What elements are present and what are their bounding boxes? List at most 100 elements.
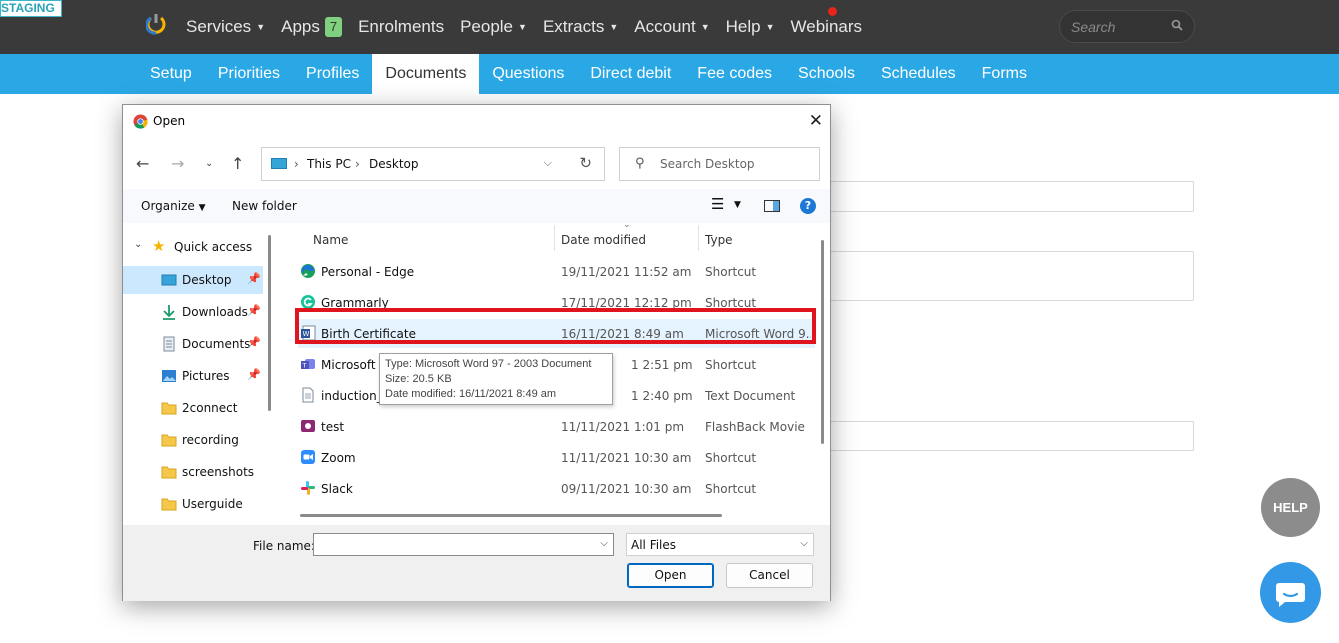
nav-downloads[interactable]: Downloads 📌 (123, 298, 263, 326)
breadcrumb-desktop[interactable]: Desktop (369, 157, 419, 171)
file-row-zoom[interactable]: Zoom 11/11/2021 10:30 am Shortcut (298, 443, 815, 472)
slack-icon (301, 481, 315, 495)
page-text-field[interactable] (800, 181, 1194, 212)
caret-down-icon: ▼ (256, 22, 266, 32)
apps-count-badge: 7 (324, 17, 343, 37)
menu-help[interactable]: Help ▼ (726, 17, 775, 37)
up-arrow-icon[interactable]: ↑ (231, 154, 244, 173)
file-type: Shortcut (705, 482, 757, 496)
help-button[interactable]: HELP (1261, 478, 1320, 537)
document-icon (163, 336, 175, 352)
file-type: FlashBack Movie (705, 420, 805, 434)
menu-extracts[interactable]: Extracts ▼ (543, 17, 618, 37)
menu-webinars[interactable]: Webinars (791, 17, 863, 37)
view-options-icon[interactable]: ☰ (711, 195, 724, 213)
menu-label: Services (186, 17, 252, 36)
zoom-icon (301, 450, 315, 464)
file-list-vertical-scrollbar[interactable] (821, 240, 824, 444)
breadcrumb-separator: › (355, 157, 360, 171)
power-logo-icon[interactable] (146, 13, 166, 35)
organize-button[interactable]: Organize ▼ (141, 199, 206, 213)
forward-arrow-icon[interactable]: → (171, 154, 184, 173)
address-dropdown-chevron-icon[interactable]: ⌵ (544, 156, 552, 170)
pin-icon: 📌 (247, 368, 261, 381)
nav-pane-scrollbar[interactable] (268, 235, 271, 411)
new-folder-button[interactable]: New folder (232, 199, 297, 213)
menu-enrolments[interactable]: Enrolments (358, 17, 444, 37)
help-icon[interactable]: ? (800, 198, 816, 214)
page-text-field[interactable] (800, 421, 1194, 451)
nav-label: recording (182, 433, 239, 447)
breadcrumb-this-pc[interactable]: This PC (307, 157, 351, 171)
caret-down-icon: ▼ (700, 22, 710, 32)
this-pc-icon (271, 158, 287, 169)
search-desktop-input[interactable]: ⚲ Search Desktop (619, 147, 820, 181)
caret-down-icon[interactable]: ▼ (734, 200, 741, 210)
tab-priorities[interactable]: Priorities (205, 54, 293, 94)
menu-label: Account (634, 17, 696, 36)
file-date: 09/11/2021 10:30 am (561, 482, 692, 496)
tab-direct-debit[interactable]: Direct debit (577, 54, 684, 94)
folder-icon (161, 434, 177, 447)
menu-account[interactable]: Account ▼ (634, 17, 709, 37)
tab-fee-codes[interactable]: Fee codes (684, 54, 785, 94)
caret-down-icon: ▼ (518, 22, 527, 32)
organize-label: Organize (141, 199, 195, 213)
tab-profiles[interactable]: Profiles (293, 54, 372, 94)
close-icon[interactable]: ✕ (809, 111, 823, 131)
tab-questions[interactable]: Questions (479, 54, 577, 94)
nav-label: Userguide (182, 497, 243, 511)
nav-folder-userguide[interactable]: Userguide (123, 490, 263, 518)
file-name-label: File name: (253, 539, 315, 553)
page-textarea[interactable] (800, 251, 1194, 301)
nav-pictures[interactable]: Pictures 📌 (123, 362, 263, 390)
navigation-pane: ⌄ ★ Quick access Desktop 📌 Downloads 📌 D… (123, 223, 273, 525)
nav-documents[interactable]: Documents 📌 (123, 330, 263, 358)
tab-setup[interactable]: Setup (137, 54, 205, 94)
nav-label: Downloads (182, 305, 248, 319)
search-placeholder: Search Desktop (660, 157, 755, 171)
nav-desktop[interactable]: Desktop 📌 (123, 266, 263, 294)
file-type: Shortcut (705, 358, 757, 372)
file-name: induction_ (321, 389, 383, 403)
menu-services[interactable]: Services ▼ (186, 17, 265, 37)
nav-folder-recording[interactable]: recording (123, 426, 263, 454)
tab-documents[interactable]: Documents (372, 54, 480, 94)
address-bar[interactable]: › This PC › Desktop ⌵ ↻ (261, 147, 605, 181)
chat-button[interactable] (1260, 562, 1321, 623)
notification-dot (828, 7, 837, 16)
recent-locations-chevron-icon[interactable]: ⌄ (205, 158, 213, 169)
pin-icon: 📌 (247, 272, 261, 285)
tab-schedules[interactable]: Schedules (868, 54, 969, 94)
chrome-icon (133, 114, 148, 129)
file-type-filter[interactable]: All Files ⌵ (626, 533, 814, 556)
menu-apps[interactable]: Apps 7 (281, 17, 343, 37)
file-list-horizontal-scrollbar[interactable] (300, 514, 722, 517)
column-divider[interactable] (554, 225, 555, 251)
file-row-test[interactable]: test 11/11/2021 1:01 pm FlashBack Movie (298, 412, 815, 441)
chevron-down-icon[interactable]: ⌄ (134, 239, 142, 250)
file-name: Microsoft T (321, 358, 387, 372)
open-button[interactable]: Open (627, 563, 714, 588)
file-row-personal-edge[interactable]: Personal - Edge 19/11/2021 11:52 am Shor… (298, 257, 815, 286)
nav-label: Pictures (182, 369, 230, 383)
column-divider[interactable] (698, 225, 699, 251)
cancel-button[interactable]: Cancel (726, 563, 813, 588)
search-icon[interactable] (1171, 19, 1183, 31)
preview-pane-icon[interactable] (764, 200, 780, 212)
chevron-down-icon[interactable]: ⌵ (600, 538, 608, 549)
file-row-slack[interactable]: Slack 09/11/2021 10:30 am Shortcut (298, 474, 815, 503)
file-date: 1 2:51 pm (631, 358, 693, 372)
file-date: 1 2:40 pm (631, 389, 693, 403)
nav-folder-2connect[interactable]: 2connect (123, 394, 263, 422)
file-name-input[interactable]: ⌵ (313, 533, 614, 556)
menu-people[interactable]: People ▼ (460, 17, 527, 37)
nav-folder-screenshots[interactable]: screenshots (123, 458, 263, 486)
site-search-input[interactable]: Search (1059, 10, 1195, 43)
tab-forms[interactable]: Forms (969, 54, 1040, 94)
nav-quick-access[interactable]: ⌄ ★ Quick access (123, 233, 263, 261)
file-date: 11/11/2021 10:30 am (561, 451, 692, 465)
tab-schools[interactable]: Schools (785, 54, 868, 94)
refresh-icon[interactable]: ↻ (579, 154, 592, 172)
back-arrow-icon[interactable]: ← (136, 154, 149, 173)
